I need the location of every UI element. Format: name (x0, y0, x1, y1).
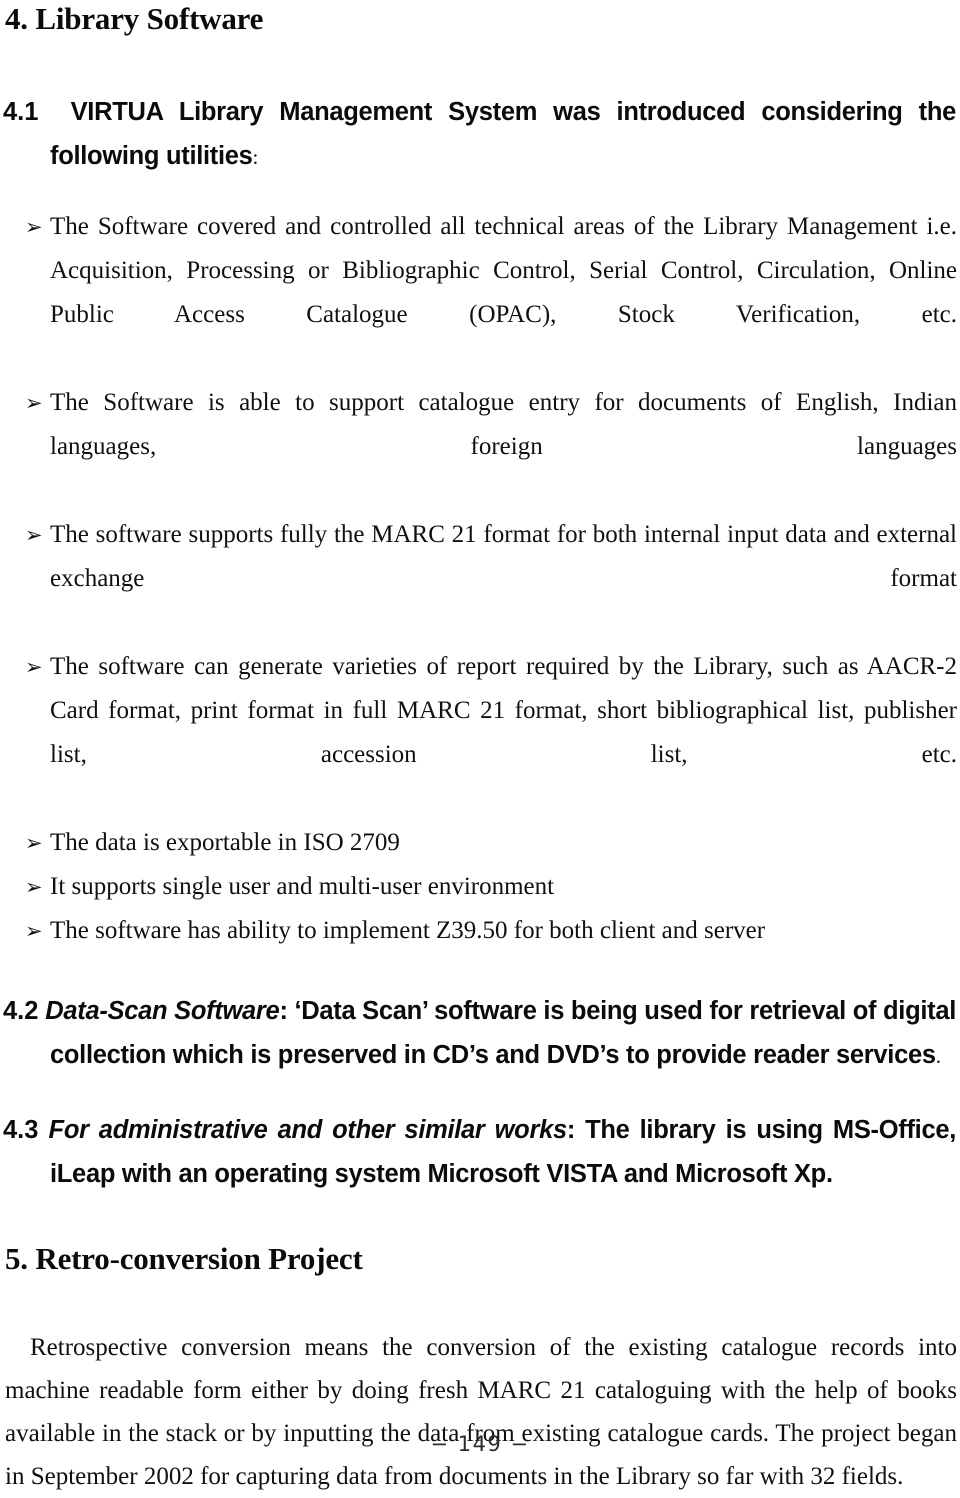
page-number-footer: − 149 − (430, 1432, 530, 1456)
subheading-4-2-number: 4.2 (3, 997, 39, 1025)
list-item-text: The software supports fully the MARC 21 … (50, 521, 957, 592)
list-item: ➢ It supports single user and multi-user … (0, 865, 960, 909)
subheading-4-3: 4.3 For administrative and other similar… (0, 1108, 960, 1196)
subheading-4-1-punctuation: : (252, 145, 259, 169)
paragraph-retro-conversion: Retrospective conversion means the conve… (5, 1334, 957, 1490)
list-item: ➢ The Software covered and controlled all… (0, 205, 960, 381)
subheading-4-3-emphasis: For administrative and other similar wor… (48, 1116, 568, 1144)
subheading-4-2-punctuation: . (935, 1044, 941, 1068)
document-page: 4. Library Software 4.1 VIRTUA Library M… (0, 0, 960, 1490)
list-item: ➢ The Software is able to support catalog… (0, 381, 960, 513)
subheading-4-2-emphasis: Data-Scan Software (45, 997, 280, 1025)
subheading-4-1-text: VIRTUA Library Management System was int… (50, 98, 956, 170)
list-item-text: The Software covered and controlled all … (50, 213, 957, 328)
utilities-bullet-list: ➢ The Software covered and controlled all… (0, 205, 960, 953)
list-item-text: The Software is able to support catalogu… (50, 389, 957, 460)
list-item-text: The software can generate varieties of r… (50, 653, 957, 768)
list-item-text: The data is exportable in ISO 2709 (50, 829, 400, 856)
subheading-4-3-number: 4.3 (3, 1116, 39, 1144)
heading-section-4: 4. Library Software (5, 1, 264, 36)
subheading-4-2: 4.2 Data-Scan Software: ‘Data Scan’ soft… (0, 989, 960, 1078)
list-item: ➢ The software can generate varieties of … (0, 645, 960, 821)
subheading-4-1-number: 4.1 (3, 98, 39, 126)
list-item: ➢ The software supports fully the MARC 21… (0, 513, 960, 645)
subheading-4-1: 4.1 VIRTUA Library Management System was… (0, 90, 960, 179)
list-item: ➢ The data is exportable in ISO 2709 (0, 821, 960, 865)
bullet-arrow-icon: ➢ (25, 875, 43, 899)
bullet-arrow-icon: ➢ (25, 919, 43, 943)
bullet-arrow-icon: ➢ (25, 655, 43, 679)
heading-section-5: 5. Retro-conversion Project (5, 1241, 363, 1276)
bullet-arrow-icon: ➢ (25, 831, 43, 855)
list-item-text: The software has ability to implement Z3… (50, 917, 766, 944)
list-item-text: It supports single user and multi-user e… (50, 873, 555, 900)
list-item: ➢ The software has ability to implement Z… (0, 909, 960, 953)
bullet-arrow-icon: ➢ (25, 215, 43, 239)
bullet-arrow-icon: ➢ (25, 523, 43, 547)
bullet-arrow-icon: ➢ (25, 391, 43, 415)
